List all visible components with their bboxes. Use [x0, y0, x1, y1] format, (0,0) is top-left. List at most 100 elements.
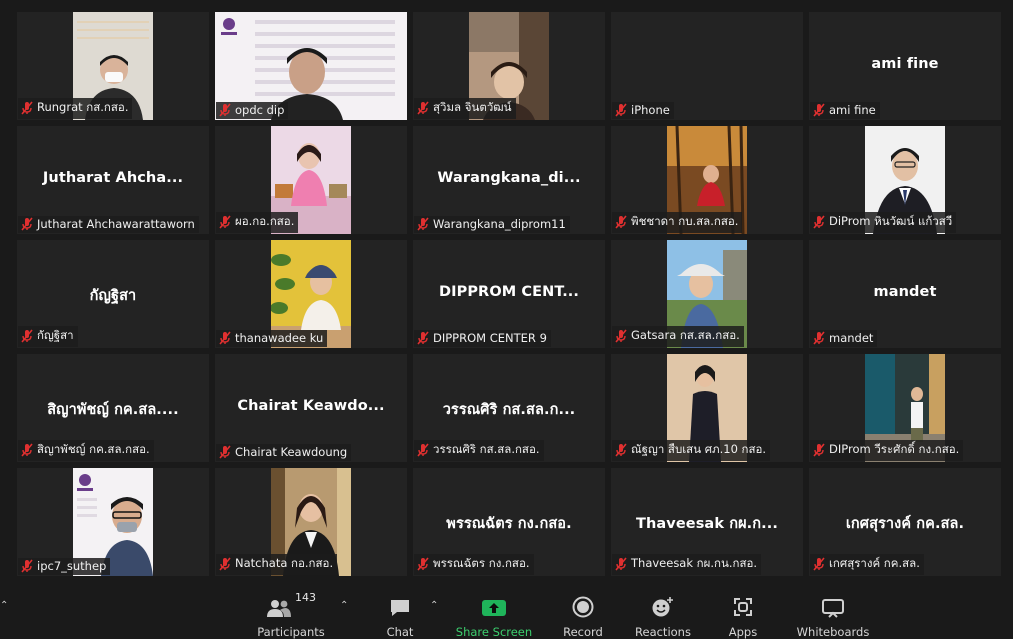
mic-muted-icon [219, 215, 231, 229]
participant-tile[interactable]: ipc7_suthep [17, 468, 209, 576]
mic-muted-icon [219, 557, 231, 571]
mic-muted-icon [21, 559, 33, 573]
participant-tile[interactable]: วรรณศิริ กส.สล.ก... วรรณศิริ กส.สล.กสอ. [413, 354, 605, 462]
participant-name-label: พรรณฉัตร กง.กสอ. [414, 554, 534, 575]
participant-name-label: ผอ.กอ.กสอ. [216, 212, 299, 233]
participant-name: DIProm วีระศักดิ์ กง.กสอ. [829, 442, 960, 456]
chat-options-caret[interactable]: ⌃ [430, 600, 438, 611]
mic-muted-icon [417, 557, 429, 571]
participant-tile[interactable]: สุวิมล จินตวัฒน์ [413, 12, 605, 120]
reactions-icon [652, 597, 673, 617]
participants-icon [267, 600, 291, 617]
participant-tile[interactable]: กัญฐิสา กัญฐิสา [17, 240, 209, 348]
whiteboards-button[interactable]: Whiteboards [788, 588, 878, 639]
mic-muted-icon [813, 103, 825, 117]
participant-tile[interactable]: iPhone [611, 12, 803, 120]
participant-display-name: Thaveesak กผ.ก... [635, 516, 778, 532]
participant-name-label: DIProm วีระศักดิ์ กง.กสอ. [810, 440, 964, 461]
participant-display-name: สิญาพัชญ์ กค.สล.... [47, 402, 179, 418]
participant-name: ผอ.กอ.กสอ. [235, 214, 295, 228]
participant-name-label: สุวิมล จินตวัฒน์ [414, 98, 516, 119]
participant-name: thanawadee ku [235, 331, 324, 345]
participant-display-name: วรรณศิริ กส.สล.ก... [442, 402, 576, 418]
participant-tile[interactable]: opdc dip [215, 12, 407, 120]
participant-tile[interactable]: พรรณฉัตร กง.กสอ. พรรณฉัตร กง.กสอ. [413, 468, 605, 576]
participant-name: Gatsara กส.สล.กสอ. [631, 328, 740, 342]
participant-name: สุวิมล จินตวัฒน์ [433, 100, 512, 114]
participant-display-name: DIPPROM CENT... [438, 284, 580, 300]
participant-display-name: เกศสุรางค์ กค.สล. [845, 516, 965, 532]
mic-muted-icon [21, 101, 33, 115]
mic-muted-icon [417, 217, 429, 231]
mic-muted-icon [615, 443, 627, 457]
participants-button[interactable]: 143 Participants [246, 588, 336, 639]
participants-options-caret[interactable]: ⌃ [340, 600, 348, 611]
participant-tile[interactable]: Gatsara กส.สล.กสอ. [611, 240, 803, 348]
audio-options-caret[interactable]: ⌃ [0, 600, 8, 611]
participant-tile[interactable]: สิญาพัชญ์ กค.สล.... สิญาพัชญ์ กค.สล.กสอ. [17, 354, 209, 462]
participant-name: พรรณฉัตร กง.กสอ. [433, 556, 530, 570]
participant-display-name: mandet [873, 284, 937, 300]
participant-name: iPhone [631, 103, 670, 117]
mic-muted-icon [615, 215, 627, 229]
participant-tile[interactable]: พิชชาดา กบ.สล.กสอ. [611, 126, 803, 234]
participant-tile[interactable]: เกศสุรางค์ กค.สล. เกศสุรางค์ กค.สล. [809, 468, 1001, 576]
video-grid: Rungrat กส.กสอ. opdc dip สุวิมล จินตวัฒน… [17, 12, 1001, 576]
participant-name-label: ณัฐญา สืบเสน ศภ.10 กสอ. [612, 440, 771, 461]
participant-tile[interactable]: DiProm หินวัฒน์ แก้วสวี [809, 126, 1001, 234]
mic-muted-icon [615, 329, 627, 343]
participant-tile[interactable]: DIPPROM CENT... DIPPROM CENTER 9 [413, 240, 605, 348]
participants-count: 143 [295, 591, 316, 604]
mic-muted-icon [417, 331, 429, 345]
participant-name: Chairat Keawdoung [235, 445, 348, 459]
participant-tile[interactable]: Natchata กอ.กสอ. [215, 468, 407, 576]
record-icon [572, 596, 594, 618]
mic-muted-icon [615, 557, 627, 571]
participant-name: เกศสุรางค์ กค.สล. [829, 556, 920, 570]
participant-name-label: DiProm หินวัฒน์ แก้วสวี [810, 212, 957, 233]
participant-tile[interactable]: Jutharat Ahcha... Jutharat Ahchawarattaw… [17, 126, 209, 234]
participant-name-label: Chairat Keawdoung [216, 444, 352, 461]
chat-button[interactable]: Chat [355, 588, 445, 639]
mic-muted-icon [417, 101, 429, 115]
participant-tile[interactable]: Warangkana_di... Warangkana_diprom11 [413, 126, 605, 234]
mic-muted-icon [219, 331, 231, 345]
share-screen-button[interactable]: Share Screen [449, 588, 539, 639]
participant-name-label: สิญาพัชญ์ กค.สล.กสอ. [18, 440, 154, 461]
mic-muted-icon [21, 217, 33, 231]
mic-muted-icon [417, 443, 429, 457]
mic-muted-icon [21, 443, 33, 457]
participant-name-label: iPhone [612, 102, 674, 119]
participant-tile[interactable]: ณัฐญา สืบเสน ศภ.10 กสอ. [611, 354, 803, 462]
mic-muted-icon [813, 557, 825, 571]
participant-name-label: thanawadee ku [216, 330, 328, 347]
participant-name-label: เกศสุรางค์ กค.สล. [810, 554, 924, 575]
participant-name-label: Jutharat Ahchawarattaworn [18, 216, 199, 233]
chat-icon [391, 600, 409, 616]
participant-tile[interactable]: Thaveesak กผ.ก... Thaveesak กผ.กน.กสอ. [611, 468, 803, 576]
participant-name-label: mandet [810, 330, 878, 347]
participant-tile[interactable]: Chairat Keawdo... Chairat Keawdoung [215, 354, 407, 462]
reactions-button[interactable]: Reactions [618, 588, 708, 639]
participant-name: พิชชาดา กบ.สล.กสอ. [631, 214, 739, 228]
participant-tile[interactable]: ami fine ami fine [809, 12, 1001, 120]
apps-button[interactable]: Apps [698, 588, 788, 639]
participant-name-label: ami fine [810, 102, 880, 119]
mic-muted-icon [219, 103, 231, 117]
participant-name: opdc dip [235, 103, 285, 117]
mic-muted-icon [813, 443, 825, 457]
participant-tile[interactable]: Rungrat กส.กสอ. [17, 12, 209, 120]
participant-display-name: Chairat Keawdo... [237, 398, 385, 414]
participant-name: DIPPROM CENTER 9 [433, 331, 547, 345]
participant-name: Jutharat Ahchawarattaworn [37, 217, 195, 231]
participant-name: Thaveesak กผ.กน.กสอ. [631, 556, 758, 570]
record-button[interactable]: Record [538, 588, 628, 639]
participant-display-name: ami fine [871, 56, 939, 72]
participant-display-name: Warangkana_di... [437, 170, 581, 186]
participant-name-label: Gatsara กส.สล.กสอ. [612, 326, 744, 347]
participant-tile[interactable]: DIProm วีระศักดิ์ กง.กสอ. [809, 354, 1001, 462]
participant-name: Rungrat กส.กสอ. [37, 100, 129, 114]
participant-tile[interactable]: thanawadee ku [215, 240, 407, 348]
participant-tile[interactable]: ผอ.กอ.กสอ. [215, 126, 407, 234]
participant-tile[interactable]: mandet mandet [809, 240, 1001, 348]
